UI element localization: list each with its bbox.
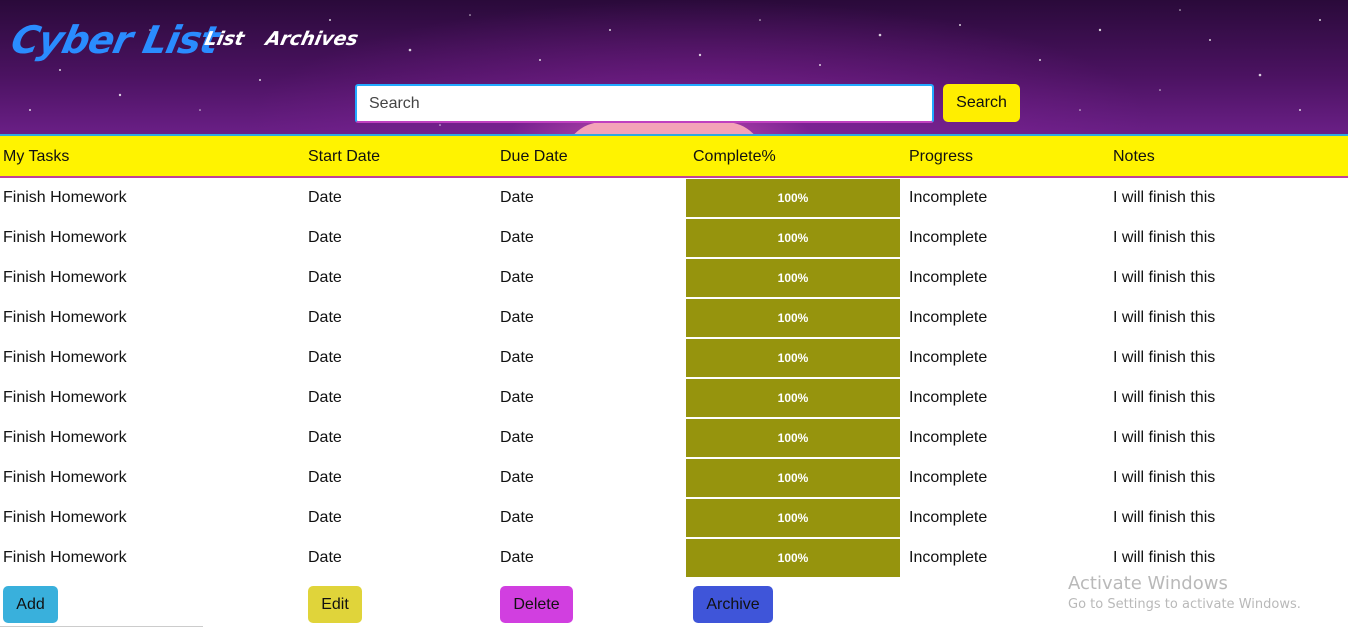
divider [0,626,203,627]
column-header-due-date: Due Date [500,148,568,165]
search-button[interactable]: Search [943,84,1020,122]
column-header-start-date: Start Date [308,148,381,165]
nav-link-list[interactable]: List [203,28,247,50]
complete-progress-bar: 100% [686,499,900,537]
task-name-cell: Finish Homework [3,349,127,366]
delete-button[interactable]: Delete [500,586,573,623]
watermark-title: Activate Windows [1068,573,1228,594]
table-row[interactable]: Finish Homework Date Date 100% Incomplet… [0,458,1348,498]
due-date-cell: Date [500,469,534,486]
complete-progress-bar: 100% [686,379,900,417]
complete-progress-bar: 100% [686,539,900,577]
notes-cell: I will finish this [1113,549,1216,566]
header-banner: Cyber List List Archives Search [0,0,1348,134]
task-name-cell: Finish Homework [3,229,127,246]
progress-status-cell: Incomplete [909,309,988,326]
app-logo[interactable]: Cyber List [7,18,222,62]
notes-cell: I will finish this [1113,389,1216,406]
notes-cell: I will finish this [1113,509,1216,526]
start-date-cell: Date [308,389,342,406]
task-name-cell: Finish Homework [3,509,127,526]
start-date-cell: Date [308,509,342,526]
progress-status-cell: Incomplete [909,429,988,446]
progress-status-cell: Incomplete [909,269,988,286]
due-date-cell: Date [500,549,534,566]
column-header-complete: Complete% [693,148,776,165]
nav-link-archives[interactable]: Archives [264,28,361,50]
start-date-cell: Date [308,429,342,446]
complete-progress-bar: 100% [686,259,900,297]
table-row[interactable]: Finish Homework Date Date 100% Incomplet… [0,498,1348,538]
table-header-row: My Tasks Start Date Due Date Complete% P… [0,134,1348,178]
sunset-glow [563,122,765,134]
notes-cell: I will finish this [1113,229,1216,246]
complete-progress-bar: 100% [686,339,900,377]
start-date-cell: Date [308,549,342,566]
progress-status-cell: Incomplete [909,389,988,406]
due-date-cell: Date [500,509,534,526]
start-date-cell: Date [308,229,342,246]
table-row[interactable]: Finish Homework Date Date 100% Incomplet… [0,218,1348,258]
due-date-cell: Date [500,389,534,406]
task-name-cell: Finish Homework [3,269,127,286]
task-name-cell: Finish Homework [3,429,127,446]
task-table: My Tasks Start Date Due Date Complete% P… [0,134,1348,578]
archive-button[interactable]: Archive [693,586,773,623]
start-date-cell: Date [308,309,342,326]
progress-status-cell: Incomplete [909,349,988,366]
search-input[interactable] [355,84,934,123]
task-name-cell: Finish Homework [3,549,127,566]
start-date-cell: Date [308,269,342,286]
watermark-subtitle: Go to Settings to activate Windows. [1068,597,1301,612]
progress-status-cell: Incomplete [909,469,988,486]
table-row[interactable]: Finish Homework Date Date 100% Incomplet… [0,298,1348,338]
notes-cell: I will finish this [1113,309,1216,326]
task-name-cell: Finish Homework [3,309,127,326]
start-date-cell: Date [308,349,342,366]
edit-button[interactable]: Edit [308,586,362,623]
table-row[interactable]: Finish Homework Date Date 100% Incomplet… [0,338,1348,378]
progress-status-cell: Incomplete [909,509,988,526]
task-name-cell: Finish Homework [3,189,127,206]
table-row[interactable]: Finish Homework Date Date 100% Incomplet… [0,418,1348,458]
column-header-progress: Progress [909,148,974,165]
table-row[interactable]: Finish Homework Date Date 100% Incomplet… [0,378,1348,418]
notes-cell: I will finish this [1113,269,1216,286]
complete-progress-bar: 100% [686,299,900,337]
due-date-cell: Date [500,269,534,286]
column-header-my-tasks: My Tasks [3,148,70,165]
due-date-cell: Date [500,309,534,326]
due-date-cell: Date [500,189,534,206]
complete-progress-bar: 100% [686,219,900,257]
progress-status-cell: Incomplete [909,189,988,206]
task-name-cell: Finish Homework [3,389,127,406]
complete-progress-bar: 100% [686,419,900,457]
progress-status-cell: Incomplete [909,549,988,566]
due-date-cell: Date [500,349,534,366]
table-row[interactable]: Finish Homework Date Date 100% Incomplet… [0,178,1348,218]
complete-progress-bar: 100% [686,179,900,217]
due-date-cell: Date [500,229,534,246]
notes-cell: I will finish this [1113,189,1216,206]
start-date-cell: Date [308,469,342,486]
activation-watermark: Activate Windows Go to Settings to activ… [1068,573,1301,612]
notes-cell: I will finish this [1113,349,1216,366]
table-row[interactable]: Finish Homework Date Date 100% Incomplet… [0,538,1348,578]
start-date-cell: Date [308,189,342,206]
column-header-notes: Notes [1113,148,1155,165]
notes-cell: I will finish this [1113,429,1216,446]
task-name-cell: Finish Homework [3,469,127,486]
notes-cell: I will finish this [1113,469,1216,486]
progress-status-cell: Incomplete [909,229,988,246]
complete-progress-bar: 100% [686,459,900,497]
table-row[interactable]: Finish Homework Date Date 100% Incomplet… [0,258,1348,298]
add-button[interactable]: Add [3,586,58,623]
due-date-cell: Date [500,429,534,446]
